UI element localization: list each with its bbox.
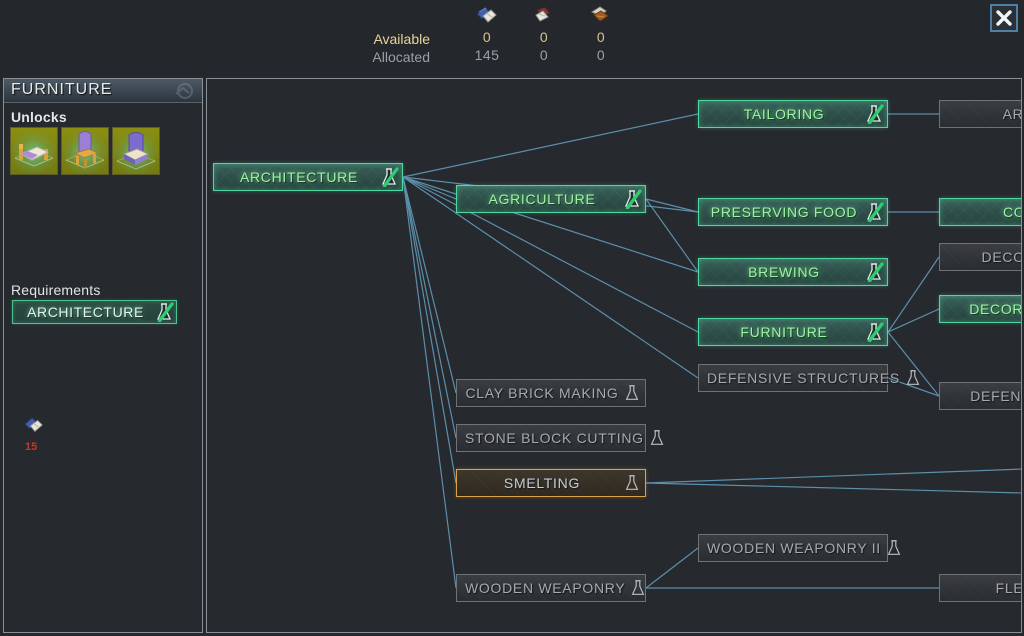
tech-node-label: AGRICULTURE [488,191,596,207]
tech-node-label: FLETCH [995,580,1022,596]
requirement-node-architecture[interactable]: ARCHITECTURE [12,300,177,324]
tech-edge [402,176,457,589]
tech-node-architecture[interactable]: ARCHITECTURE [213,163,403,191]
tech-node-label: COOK [1002,204,1021,220]
tech-node-cooking[interactable]: COOK [939,198,1021,226]
resource-column-3: 0 0 [566,2,636,64]
tech-node-fletching[interactable]: FLETCH [939,574,1022,602]
tech-node-wooden-weaponry-2[interactable]: WOODEN WEAPONRY II [698,534,901,562]
dresser-unlock-icon[interactable] [112,127,160,175]
sidebar-title-bar: FURNITURE [4,79,202,103]
flask-icon [619,384,645,402]
tech-node-label: SMELTING [503,475,581,491]
requirement-cost-amount: 15 [25,441,38,453]
tech-node-agriculture[interactable]: AGRICULTURE [456,185,646,213]
research-orange-icon [566,2,636,28]
tech-node-label: ARCHITECTURE [239,169,359,185]
flask-icon [625,579,651,597]
tech-node-label: DEFENSIVE STRUCTURES [707,370,900,386]
bed-unlock-icon[interactable] [10,127,58,175]
tech-edge [645,482,1021,494]
tech-node-defensive-struct-2[interactable]: DEFENSIVE ST [939,382,1022,410]
research-blue-icon [24,417,43,433]
tech-node-smelting[interactable]: SMELTING [456,469,646,497]
tech-node-label: DECORATIVE S [969,301,1022,317]
tech-node-label: DEFENSIVE ST [970,388,1022,404]
flask-check-icon [861,104,887,124]
tech-node-brewing[interactable]: BREWING [698,258,888,286]
tech-node-label: WOODEN WEAPONRY II [707,540,881,556]
tech-node-label: DECORATIV [981,249,1022,265]
chair-unlock-icon[interactable] [61,127,109,175]
flask-check-icon [861,262,887,282]
detail-sidebar: FURNITURE Unlocks Requirements ARCHITECT… [3,78,203,633]
tech-node-decorative-1[interactable]: DECORATIV [939,243,1022,271]
unlocks-label: Unlocks [11,109,67,125]
tech-node-label: STONE BLOCK CUTTING [465,430,644,446]
tech-node-label: PRESERVING FOOD [710,204,858,220]
tech-edge [402,176,457,439]
tech-node-label: TAILORING [743,106,825,122]
flask-check-icon [152,302,176,322]
requirements-label: Requirements [11,282,101,298]
tech-node-decorative-2[interactable]: DECORATIVE S [939,295,1022,323]
decorative-emblem-icon [172,80,198,102]
tech-node-label: WOODEN WEAPONRY [465,580,626,596]
tech-node-preserving-food[interactable]: PRESERVING FOOD [698,198,888,226]
available-label: Available [373,31,430,47]
close-icon [996,10,1012,26]
tech-tree-window: Available Allocated 0 145 0 0 0 0 FURNIT… [0,0,1024,636]
resource-topbar: Available Allocated 0 145 0 0 0 0 [0,0,1024,76]
requirement-cost: 15 [22,415,62,453]
tech-node-label: BREWING [748,264,820,280]
flask-icon [619,474,645,492]
flask-icon [644,429,670,447]
allocated-label: Allocated [372,49,430,65]
tech-node-label: FURNITURE [740,324,828,340]
requirement-node-label: ARCHITECTURE [27,304,144,320]
tech-node-clay-brick-making[interactable]: CLAY BRICK MAKING [456,379,646,407]
tech-node-armor[interactable]: ARMO [939,100,1022,128]
tech-tree-panel[interactable]: ARCHITECTURE TAILORING ARMO AGRICULTURE … [206,78,1022,633]
tech-edge [402,176,457,394]
tech-node-furniture[interactable]: FURNITURE [698,318,888,346]
unlocks-list [10,127,160,175]
tech-tree-canvas: ARCHITECTURE TAILORING ARMO AGRICULTURE … [207,79,1021,632]
flask-icon [900,369,926,387]
flask-check-icon [861,322,887,342]
flask-check-icon [376,167,402,187]
close-button[interactable] [990,4,1018,32]
resource-3-allocated: 0 [596,47,606,63]
tech-edge [645,468,1021,484]
resource-3-available: 0 [596,29,606,45]
tech-node-label: ARMO [1002,106,1022,122]
tech-edge [402,176,457,484]
flask-check-icon [619,189,645,209]
tech-node-defensive-structures[interactable]: DEFENSIVE STRUCTURES [698,364,920,392]
tech-edge [402,113,699,178]
tech-node-tailoring[interactable]: TAILORING [698,100,888,128]
tech-node-stone-block-cutting[interactable]: STONE BLOCK CUTTING [456,424,664,452]
flask-check-icon [861,202,887,222]
tech-node-wooden-weaponry[interactable]: WOODEN WEAPONRY [456,574,646,602]
page-title: FURNITURE [11,81,113,98]
flask-icon [881,539,907,557]
tech-edge [645,547,699,589]
tech-node-label: CLAY BRICK MAKING [465,385,619,401]
